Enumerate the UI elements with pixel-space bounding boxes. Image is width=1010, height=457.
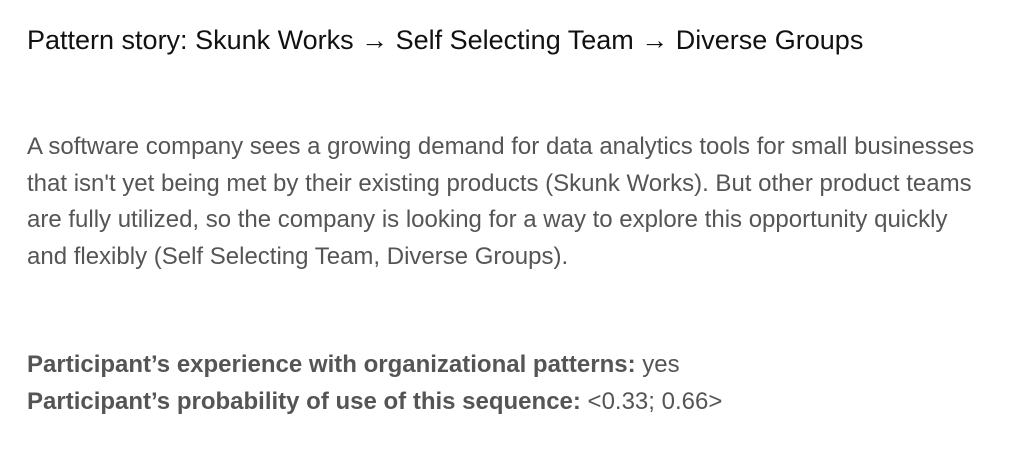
experience-label: Participant’s experience with organizati… [27,351,636,378]
story-paragraph: A software company sees a growing demand… [27,133,975,270]
experience-line: Participant’s experience with organizati… [27,346,722,383]
probability-value: <0.33; 0.66> [587,388,723,415]
probability-label: Participant’s probability of use of this… [27,388,581,415]
participant-info: Participant’s experience with organizati… [27,346,722,420]
probability-line: Participant’s probability of use of this… [27,383,722,420]
page-title: Pattern story: Skunk Works → Self Select… [27,25,864,55]
experience-value: yes [642,351,680,378]
document-page: Pattern story: Skunk Works → Self Select… [0,0,1010,457]
